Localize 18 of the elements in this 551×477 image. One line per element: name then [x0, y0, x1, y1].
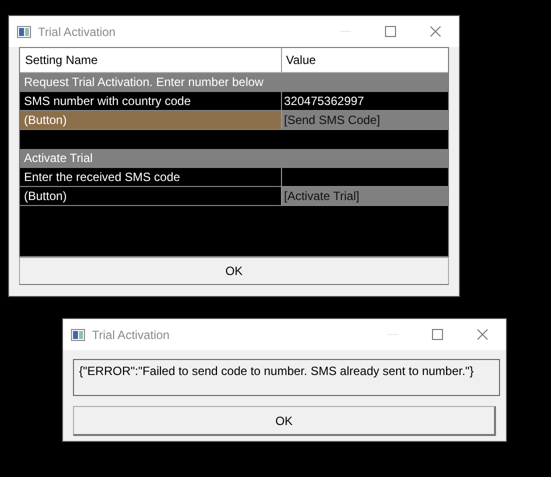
ok-button[interactable]: OK — [73, 406, 496, 436]
action-cell[interactable]: [Activate Trial] — [282, 187, 448, 205]
message-text: {"ERROR":"Failed to send code to number. SMS already sent to number."} — [73, 359, 500, 396]
app-icon — [71, 328, 85, 340]
window-title: Trial Activation — [38, 24, 117, 38]
maximize-icon[interactable] — [385, 26, 396, 37]
section-header: Activate Trial — [20, 149, 448, 168]
action-cell[interactable]: [Send SMS Code] — [282, 111, 448, 129]
ok-button[interactable]: OK — [19, 257, 449, 285]
app-icon — [17, 26, 31, 38]
maximize-icon[interactable] — [432, 329, 443, 340]
column-header: Setting Name — [20, 48, 282, 72]
close-icon[interactable] — [477, 329, 488, 340]
column-header: Value — [285, 52, 317, 69]
setting-name-cell[interactable]: (Button) — [20, 111, 282, 129]
section-header: Request Trial Activation. Enter number below — [20, 73, 448, 92]
close-icon[interactable] — [430, 26, 441, 37]
window-title: Trial Activation — [92, 328, 171, 342]
